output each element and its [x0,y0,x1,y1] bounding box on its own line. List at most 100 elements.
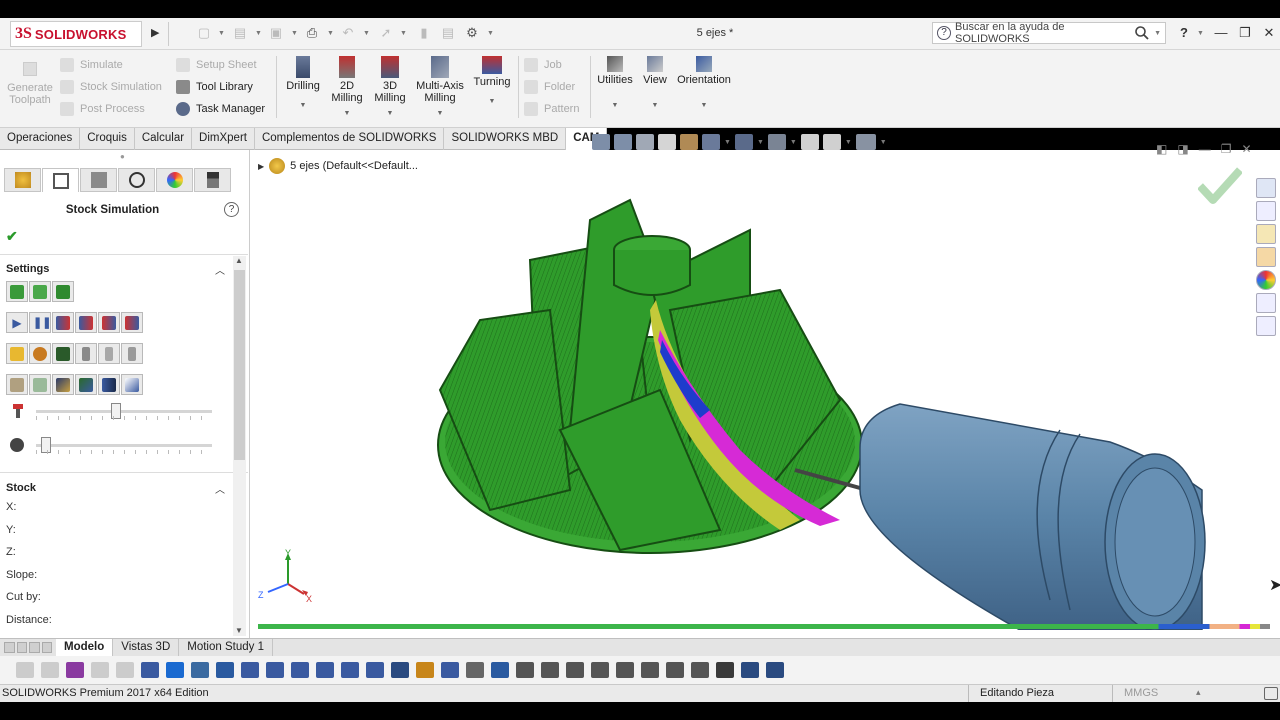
scrollbar-thumb[interactable] [234,270,245,460]
toolbar-tool-29-icon[interactable] [716,662,734,678]
show-tool-button[interactable] [75,343,97,364]
stock-simulation-button[interactable]: Stock Simulation [60,76,170,98]
zoom-to-area-icon[interactable] [614,134,632,150]
caret-icon[interactable]: ▼ [291,30,298,37]
folder-button[interactable]: Folder [524,76,586,98]
rewind-button[interactable] [52,312,74,333]
toolbar-tool-21-icon[interactable] [516,662,534,678]
print-icon[interactable]: ⎙ [304,25,320,41]
feature-manager-tab[interactable] [4,168,41,192]
dimxpert-manager-tab[interactable] [118,168,155,192]
bottom-tab-modelo[interactable]: Modelo [56,639,114,656]
toolbar-tool-28-icon[interactable] [691,662,709,678]
custom-properties-icon[interactable] [1256,293,1276,313]
panel-help-button[interactable]: ? [224,202,239,217]
collapse-stock-icon[interactable]: ︿ [215,481,225,496]
search-input[interactable]: Buscar en la ayuda de SOLIDWORKS [955,21,1130,45]
display-manager-tab[interactable] [156,168,193,192]
zoom-to-fit-icon[interactable] [592,134,610,150]
viewport-close-icon[interactable]: ✕ [1241,142,1251,156]
viewport-restore-icon[interactable]: ❐ [1221,142,1232,156]
impeller-model[interactable] [420,190,1220,630]
display-style-icon[interactable] [734,134,753,150]
caret-icon[interactable]: ▼ [327,30,334,37]
graphics-area[interactable]: ▶ 5 ejes (Default<<Default... ◧ ◨ — ❐ ✕ [250,142,1280,638]
toolbar-tool-12-icon[interactable] [291,662,309,678]
toolbar-tool-19-icon[interactable] [466,662,484,678]
caret-icon[interactable]: ▼ [218,30,225,37]
tab-calcular[interactable]: Calcular [135,128,193,150]
view-settings-icon[interactable] [855,134,876,150]
caret-icon[interactable]: ▼ [880,139,887,146]
edit-appearance-icon[interactable] [800,134,819,150]
bottom-tab-motion-study-1[interactable]: Motion Study 1 [179,639,273,656]
caret-icon[interactable]: ▼ [845,139,852,146]
property-manager-tab[interactable] [42,168,79,192]
appearances-icon[interactable] [1256,270,1276,290]
scroll-down-icon[interactable]: ▼ [235,626,243,635]
previous-view-icon[interactable] [636,134,654,150]
caret-icon[interactable]: ▼ [724,139,731,146]
orientation-button[interactable]: Orientation ▼ [674,56,734,112]
select-icon[interactable]: ➚ [378,25,394,41]
dynamic-annotation-icon[interactable] [680,134,698,150]
rebuild-icon[interactable]: ▮ [416,25,432,41]
tab-croquis[interactable]: Croquis [80,128,135,150]
tab-operaciones[interactable]: Operaciones [0,128,81,150]
section-button[interactable] [98,374,120,395]
toolbar-tool-30-icon[interactable] [741,662,759,678]
toolbar-tool-3-icon[interactable] [66,662,84,678]
new-doc-icon[interactable]: ▢ [196,25,212,41]
design-library-icon[interactable] [1256,201,1276,221]
home-icon[interactable] [1256,178,1276,198]
expand-arrow-icon[interactable]: ▶ [258,162,264,171]
show-spindle-button[interactable] [121,343,143,364]
toolbar-tool-27-icon[interactable] [666,662,684,678]
open-doc-icon[interactable]: ▤ [232,25,248,41]
generate-toolpath-button[interactable]: Generate Toolpath [6,62,54,106]
toolbar-tool-15-icon[interactable] [366,662,384,678]
caret-icon[interactable]: ▼ [1197,30,1204,37]
menu-expand-arrow-icon[interactable]: ▶ [151,26,159,39]
toolbar-tool-10-icon[interactable] [241,662,259,678]
next-operation-button[interactable] [121,312,143,333]
view-orientation-icon[interactable] [702,134,720,150]
show-stock-button[interactable] [6,343,28,364]
utilities-button[interactable]: Utilities ▼ [595,56,635,112]
file-properties-icon[interactable]: ▤ [440,25,456,41]
toolbar-tool-31-icon[interactable] [766,662,784,678]
show-cut-button[interactable] [52,343,74,364]
sim-mode-3-button[interactable] [52,281,74,302]
caret-icon[interactable]: ▼ [790,139,797,146]
caret-icon[interactable]: ▼ [363,30,370,37]
undo-icon[interactable]: ↶ [340,25,356,41]
toolbar-tool-20-icon[interactable] [491,662,509,678]
simulate-button[interactable]: Simulate [60,54,170,76]
caret-icon[interactable]: ▼ [400,30,407,37]
section-view-icon[interactable] [658,134,676,150]
measure-button[interactable] [121,374,143,395]
quick-tips-icon[interactable] [1264,687,1278,700]
tab-scroll-arrows[interactable] [0,639,56,656]
toolpath-display-button[interactable] [6,374,28,395]
toolbar-tool-14-icon[interactable] [341,662,359,678]
toolbar-tool-8-icon[interactable] [191,662,209,678]
help-button[interactable]: ? [1174,24,1194,42]
toolbar-tool-24-icon[interactable] [591,662,609,678]
show-part-button[interactable] [29,343,51,364]
forum-icon[interactable] [1256,316,1276,336]
multi-axis-milling-button[interactable]: Multi-Axis Milling ▼ [414,56,466,120]
tool-speed-slider[interactable] [36,403,212,419]
panel-grip-icon[interactable]: ● [120,152,125,161]
pattern-button[interactable]: Pattern [524,98,586,120]
configuration-manager-tab[interactable] [80,168,117,192]
drilling-button[interactable]: Drilling ▼ [283,56,323,112]
step-forward-button[interactable] [98,312,120,333]
tab-dimxpert[interactable]: DimXpert [192,128,255,150]
toolbar-tool-9-icon[interactable] [216,662,234,678]
caret-icon[interactable]: ▼ [487,30,494,37]
setup-sheet-button[interactable]: Setup Sheet [176,54,276,76]
caret-icon[interactable]: ▼ [757,139,764,146]
options-gear-icon[interactable]: ⚙ [464,25,480,41]
flyout-feature-tree[interactable]: ▶ 5 ejes (Default<<Default... [258,158,418,174]
